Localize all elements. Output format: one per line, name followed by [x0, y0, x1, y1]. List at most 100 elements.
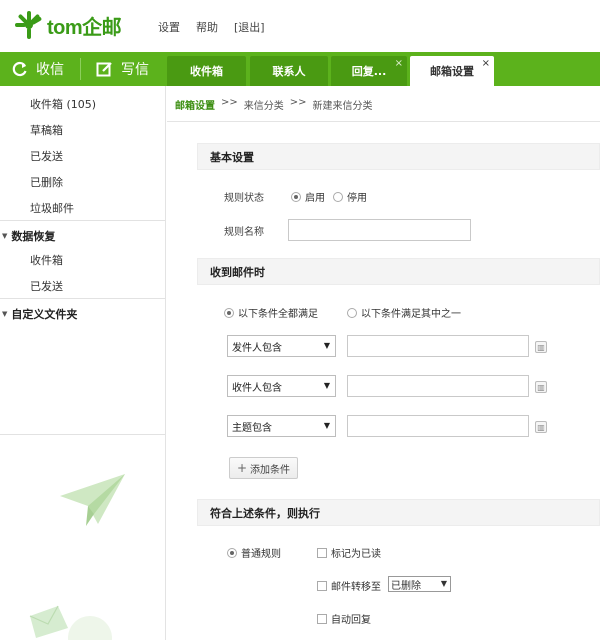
tom-logo-icon — [15, 11, 42, 39]
checkbox-icon — [317, 580, 327, 591]
condition-field-select[interactable]: 收件人包含 ▼ — [227, 375, 336, 397]
sidebar-divider — [0, 220, 165, 221]
sidebar-item-drafts[interactable]: 草稿箱 — [30, 122, 63, 138]
sidebar-item-deleted[interactable]: 已删除 — [30, 174, 63, 190]
add-condition-button[interactable]: + 添加条件 — [229, 457, 298, 479]
sidebar-divider — [0, 434, 165, 435]
radio-unselected-icon — [333, 191, 343, 202]
dropdown-arrow-icon: ▼ — [323, 381, 330, 390]
trash-icon[interactable]: ▥ — [535, 341, 547, 353]
brand-name: tom企邮 — [47, 16, 122, 39]
condition-value-input[interactable] — [347, 335, 529, 357]
plus-icon: + — [236, 461, 248, 475]
move-target-select[interactable]: 已删除 ▼ — [388, 576, 451, 592]
actions-header: 符合上述条件，则执行 — [197, 499, 600, 526]
tab-mail-settings-label: 邮箱设置 — [430, 65, 474, 78]
brand-logo[interactable]: tom企邮 — [14, 10, 122, 40]
sidebar-item-sent[interactable]: 已发送 — [30, 148, 63, 164]
move-to-checkbox[interactable]: 邮件转移至 — [317, 578, 381, 593]
top-header: tom企邮 设置 帮助 [退出] — [0, 0, 600, 52]
breadcrumb-mail-settings[interactable]: 邮箱设置 — [175, 97, 215, 112]
add-condition-label: 添加条件 — [250, 464, 291, 476]
breadcrumb: 邮箱设置 >> 来信分类 >> 新建来信分类 — [175, 97, 373, 112]
custom-folders-title: 自定义文件夹 — [11, 308, 78, 321]
sidebar-item-inbox[interactable]: 收件箱 (105) — [30, 96, 96, 112]
breadcrumb-incoming-category[interactable]: 来信分类 — [244, 97, 284, 112]
paper-plane-decoration — [29, 474, 125, 640]
tab-inbox[interactable]: 收件箱 — [167, 56, 246, 86]
close-icon[interactable]: × — [482, 58, 490, 69]
checkbox-icon — [317, 547, 327, 558]
compose-label: 写信 — [121, 62, 149, 78]
actions-title: 符合上述条件，则执行 — [210, 506, 320, 520]
data-recovery-title: 数据恢复 — [11, 230, 56, 243]
logout-link[interactable]: [退出] — [234, 19, 265, 35]
condition-field-value: 主题包含 — [232, 422, 272, 434]
normal-rule-radio[interactable]: 普通规则 — [227, 545, 281, 560]
compose-button[interactable]: 写信 — [96, 52, 149, 86]
tab-reply-label: 回复... — [351, 65, 387, 78]
radio-unselected-icon — [347, 307, 357, 318]
mark-read-checkbox[interactable]: 标记为已读 — [317, 545, 381, 560]
tab-reply[interactable]: 回复... × — [331, 56, 407, 86]
sidebar-item-spam[interactable]: 垃圾邮件 — [30, 200, 74, 216]
condition-field-select[interactable]: 发件人包含 ▼ — [227, 335, 336, 357]
tab-inbox-label: 收件箱 — [190, 65, 223, 78]
refresh-icon — [12, 61, 27, 77]
compose-icon — [96, 61, 112, 76]
trash-icon[interactable]: ▥ — [535, 421, 547, 433]
checkbox-icon — [317, 613, 327, 624]
help-link[interactable]: 帮助 — [196, 19, 218, 35]
main-toolbar: 收信 写信 收件箱 联系人 回复... × 邮箱设置 × — [0, 52, 600, 86]
collapse-triangle-icon: ▼ — [2, 310, 8, 318]
condition-field-value: 收件人包含 — [232, 382, 282, 394]
basic-settings-title: 基本设置 — [210, 150, 254, 164]
receive-conditions-title: 收到邮件时 — [210, 265, 265, 279]
basic-settings-header: 基本设置 — [197, 143, 600, 170]
breadcrumb-separator: >> — [221, 97, 238, 108]
radio-selected-icon — [291, 191, 301, 202]
radio-selected-icon — [224, 307, 234, 318]
trash-icon[interactable]: ▥ — [535, 381, 547, 393]
match-any-label: 以下条件满足其中之一 — [361, 309, 461, 320]
condition-value-input[interactable] — [347, 415, 529, 437]
settings-link[interactable]: 设置 — [158, 19, 180, 35]
normal-rule-label: 普通规则 — [241, 549, 281, 560]
tab-mail-settings[interactable]: 邮箱设置 × — [410, 56, 494, 86]
condition-field-value: 发件人包含 — [232, 342, 282, 354]
dropdown-arrow-icon: ▼ — [440, 579, 447, 588]
dropdown-arrow-icon: ▼ — [323, 421, 330, 430]
sidebar-item-recovery-sent[interactable]: 已发送 — [30, 278, 63, 294]
receive-conditions-header: 收到邮件时 — [197, 258, 600, 285]
move-target-value: 已删除 — [391, 580, 421, 592]
data-recovery-header[interactable]: ▼ 数据恢复 — [2, 228, 55, 244]
status-enabled-radio[interactable]: 启用 — [291, 189, 325, 204]
toolbar-divider — [80, 58, 81, 80]
condition-field-select[interactable]: 主题包含 ▼ — [227, 415, 336, 437]
breadcrumb-divider — [167, 121, 600, 122]
status-disabled-label: 停用 — [347, 193, 367, 204]
sidebar-divider — [0, 298, 165, 299]
breadcrumb-new-category: 新建来信分类 — [312, 101, 373, 112]
rule-status-label: 规则状态 — [224, 193, 264, 204]
radio-selected-icon — [227, 547, 237, 558]
close-icon[interactable]: × — [395, 58, 403, 69]
tab-contacts[interactable]: 联系人 — [250, 56, 328, 86]
dropdown-arrow-icon: ▼ — [323, 341, 330, 350]
tab-contacts-label: 联系人 — [272, 65, 306, 78]
status-disabled-radio[interactable]: 停用 — [333, 189, 367, 204]
top-links: 设置 帮助 [退出] — [158, 19, 265, 35]
match-all-radio[interactable]: 以下条件全都满足 — [224, 305, 318, 320]
sidebar-item-recovery-inbox[interactable]: 收件箱 — [30, 252, 63, 268]
rule-name-label: 规则名称 — [224, 227, 264, 238]
auto-reply-checkbox[interactable]: 自动回复 — [317, 611, 371, 626]
move-to-label: 邮件转移至 — [331, 582, 381, 593]
sidebar: 收件箱 (105) 草稿箱 已发送 已删除 垃圾邮件 ▼ 数据恢复 收件箱 已发… — [0, 86, 166, 640]
rule-name-input[interactable] — [288, 219, 471, 241]
match-any-radio[interactable]: 以下条件满足其中之一 — [347, 305, 461, 320]
match-all-label: 以下条件全都满足 — [238, 309, 318, 320]
custom-folders-header[interactable]: ▼ 自定义文件夹 — [2, 306, 77, 322]
receive-mail-button[interactable]: 收信 — [12, 52, 64, 86]
settings-content: 邮箱设置 >> 来信分类 >> 新建来信分类 基本设置 规则状态 启用 停用 规… — [167, 86, 600, 640]
condition-value-input[interactable] — [347, 375, 529, 397]
